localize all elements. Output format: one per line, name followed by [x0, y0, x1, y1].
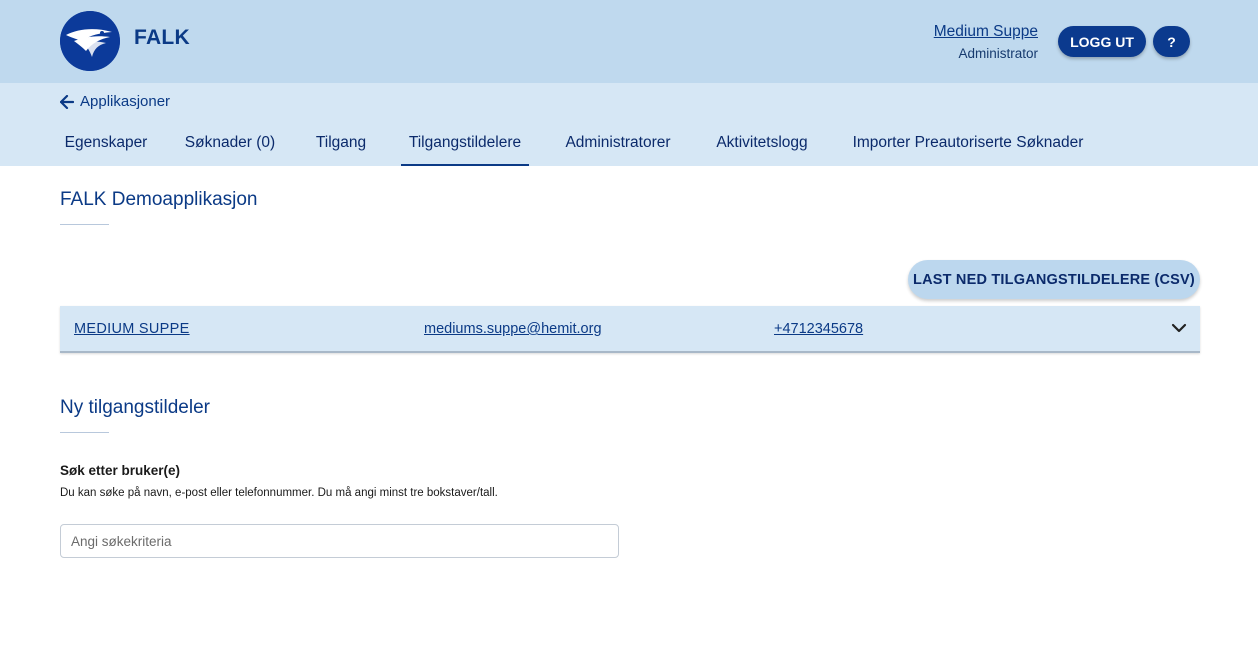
- user-name-link[interactable]: Medium Suppe: [934, 23, 1038, 41]
- tab-soknader[interactable]: Søknader (0): [180, 126, 280, 166]
- arrow-left-icon: [60, 94, 74, 109]
- tab-importer-preautoriserte-soknader[interactable]: Importer Preautoriserte Søknader: [845, 126, 1091, 166]
- new-grantor-title: Ny tilgangstildeler: [60, 397, 210, 418]
- title-divider: [60, 224, 109, 225]
- logout-button[interactable]: LOGG UT: [1058, 26, 1146, 57]
- user-role: Administrator: [958, 46, 1038, 61]
- tab-tilgang[interactable]: Tilgang: [308, 126, 374, 166]
- brand-name: FALK: [134, 26, 191, 49]
- grantor-name-link[interactable]: MEDIUM SUPPE: [74, 321, 190, 337]
- tab-tilgangstildelere[interactable]: Tilgangstildelere: [401, 126, 529, 166]
- search-label: Søk etter bruker(e): [60, 463, 181, 478]
- tab-bar: Egenskaper Søknader (0) Tilgang Tilgangs…: [0, 126, 1258, 166]
- user-search-input[interactable]: [60, 524, 619, 558]
- top-header: FALK Medium Suppe Administrator LOGG UT …: [0, 0, 1258, 83]
- falk-logo-icon[interactable]: [60, 11, 120, 71]
- chevron-down-icon[interactable]: [1170, 319, 1188, 337]
- back-link-label: Applikasjoner: [80, 93, 171, 110]
- grantor-email-link[interactable]: mediums.suppe@hemit.org: [424, 321, 602, 337]
- search-help-text: Du kan søke på navn, e-post eller telefo…: [60, 487, 498, 499]
- tab-administratorer[interactable]: Administratorer: [557, 126, 679, 166]
- new-grantor-divider: [60, 432, 109, 433]
- tab-egenskaper[interactable]: Egenskaper: [60, 126, 152, 166]
- tab-aktivitetslogg[interactable]: Aktivitetslogg: [707, 126, 817, 166]
- grantor-phone-link[interactable]: +4712345678: [774, 321, 863, 337]
- sub-header: Applikasjoner Egenskaper Søknader (0) Ti…: [0, 83, 1258, 166]
- download-csv-button[interactable]: LAST NED TILGANGSTILDELERE (CSV): [908, 260, 1200, 299]
- app-title: FALK Demoapplikasjon: [60, 189, 258, 210]
- grantor-row[interactable]: MEDIUM SUPPE mediums.suppe@hemit.org +47…: [60, 306, 1200, 353]
- back-to-applications-link[interactable]: Applikasjoner: [60, 93, 170, 110]
- help-button[interactable]: ?: [1153, 26, 1190, 57]
